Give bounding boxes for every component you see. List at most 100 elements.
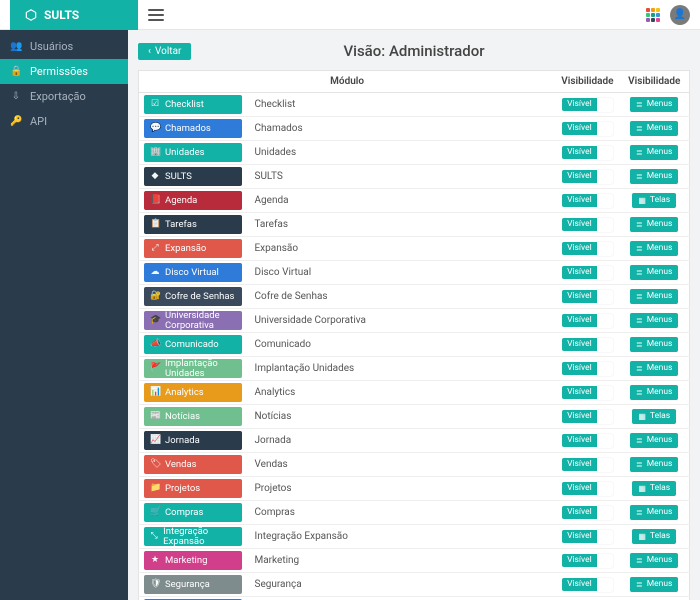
visibility-toggle[interactable]: Visível: [562, 266, 613, 280]
menus-button[interactable]: ≣Menus: [630, 433, 678, 448]
module-label: Segurança: [165, 580, 210, 590]
visibility-toggle[interactable]: Visível: [562, 434, 613, 448]
table-row: ★Marketing Marketing Visível ≣Menus: [139, 549, 690, 573]
module-pill[interactable]: 📋Tarefas: [144, 215, 242, 234]
table-row: ◆SULTSSULTSVisível≣Menus: [139, 165, 690, 189]
menus-button[interactable]: ≣Menus: [630, 457, 678, 472]
list-icon: ≣: [636, 245, 643, 253]
module-name: Implantação Unidades: [247, 357, 556, 381]
module-pill[interactable]: 📁Projetos: [144, 479, 242, 498]
sidebar-item-api[interactable]: 🔑API: [0, 109, 128, 134]
visibility-toggle[interactable]: Visível: [562, 578, 613, 592]
table-row: ⤡Integração ExpansãoIntegração ExpansãoV…: [139, 525, 690, 549]
sidebar-item-exportação[interactable]: ⇩Exportação: [0, 84, 128, 109]
menus-button[interactable]: ≣Menus: [630, 241, 678, 256]
list-icon: ≣: [636, 557, 643, 565]
menus-button[interactable]: ≣Menus: [630, 361, 678, 376]
module-label: Vendas: [165, 460, 197, 470]
module-icon: 🏢: [150, 148, 160, 157]
visibility-toggle[interactable]: Visível: [562, 530, 613, 544]
visibility-toggle[interactable]: Visível: [562, 122, 613, 136]
module-pill[interactable]: 🚩Implantação Unidades: [144, 359, 242, 378]
menus-button[interactable]: ≣Menus: [630, 313, 678, 328]
visibility-toggle[interactable]: Visível: [562, 386, 613, 400]
hamburger-icon[interactable]: [148, 9, 164, 21]
module-pill[interactable]: 📣Comunicado: [144, 335, 242, 354]
visibility-toggle[interactable]: Visível: [562, 170, 613, 184]
telas-button[interactable]: ▦Telas: [632, 529, 676, 544]
avatar[interactable]: 👤: [670, 5, 690, 25]
visibility-toggle[interactable]: Visível: [562, 506, 613, 520]
menus-button[interactable]: ≣Menus: [630, 169, 678, 184]
module-icon: 📈: [150, 436, 160, 445]
menus-button[interactable]: ≣Menus: [630, 121, 678, 136]
module-pill[interactable]: ★Marketing: [144, 551, 242, 570]
visibility-toggle[interactable]: Visível: [562, 410, 613, 424]
module-label: Expansão: [165, 244, 206, 254]
module-icon: ⤢: [150, 244, 160, 253]
module-pill[interactable]: 💬Chamados: [144, 119, 242, 138]
module-name: Jornada: [247, 429, 556, 453]
visibility-toggle[interactable]: Visível: [562, 482, 613, 496]
list-icon: ≣: [636, 341, 643, 349]
sidebar-item-usuários[interactable]: 👥Usuários: [0, 34, 128, 59]
visibility-toggle[interactable]: Visível: [562, 458, 613, 472]
module-pill[interactable]: ☁Disco Virtual: [144, 263, 242, 282]
visibility-toggle[interactable]: Visível: [562, 554, 613, 568]
menus-button[interactable]: ≣Menus: [630, 97, 678, 112]
sidebar-item-permissões[interactable]: 🔒Permissões: [0, 59, 128, 84]
table-row: ⤢ Expansão Expansão Visível ≣Menus: [139, 237, 690, 261]
module-pill[interactable]: ⤡Integração Expansão: [144, 527, 242, 546]
module-name: Vendas: [247, 453, 556, 477]
table-row: 🚩Implantação Unidades Implantação Unidade…: [139, 357, 690, 381]
visibility-toggle[interactable]: Visível: [562, 314, 613, 328]
module-pill[interactable]: 🏷Vendas: [144, 455, 242, 474]
module-pill[interactable]: ◆SULTS: [144, 167, 242, 186]
menus-button[interactable]: ≣Menus: [630, 553, 678, 568]
module-pill[interactable]: 📊Analytics: [144, 383, 242, 402]
visibility-toggle[interactable]: Visível: [562, 242, 613, 256]
visibility-toggle[interactable]: Visível: [562, 194, 613, 208]
telas-button[interactable]: ▦Telas: [632, 409, 676, 424]
module-pill[interactable]: 🏢Unidades: [144, 143, 242, 162]
menus-button[interactable]: ≣Menus: [630, 577, 678, 592]
menus-button[interactable]: ≣Menus: [630, 289, 678, 304]
visibility-toggle[interactable]: Visível: [562, 290, 613, 304]
visibility-label: Visível: [562, 386, 597, 399]
apps-grid-icon[interactable]: [646, 8, 660, 22]
menus-button[interactable]: ≣Menus: [630, 505, 678, 520]
visibility-toggle[interactable]: Visível: [562, 362, 613, 376]
menus-label: Telas: [650, 484, 670, 493]
module-icon: 📰: [150, 412, 160, 421]
module-name: Cofre de Senhas: [247, 285, 556, 309]
module-pill[interactable]: ⤢ Expansão: [144, 239, 242, 258]
module-name: Marketing: [247, 549, 556, 573]
visibility-label: Visível: [562, 458, 597, 471]
module-pill[interactable]: ☑Checklist: [144, 95, 242, 114]
module-pill[interactable]: 🎓Universidade Corporativa: [144, 311, 242, 330]
menus-label: Menus: [647, 508, 673, 517]
module-pill[interactable]: 🔐Cofre de Senhas: [144, 287, 242, 306]
telas-button[interactable]: ▦Telas: [632, 193, 676, 208]
brand-logo[interactable]: SULTS: [10, 0, 138, 30]
visibility-toggle[interactable]: Visível: [562, 146, 613, 160]
module-name: Disco Virtual: [247, 261, 556, 285]
visibility-toggle[interactable]: Visível: [562, 218, 613, 232]
menus-label: Menus: [647, 340, 673, 349]
module-pill[interactable]: 📈Jornada: [144, 431, 242, 450]
module-label: Disco Virtual: [165, 268, 219, 278]
telas-button[interactable]: ▦Telas: [632, 481, 676, 496]
list-icon: ≣: [636, 149, 643, 157]
module-pill[interactable]: 📕Agenda: [144, 191, 242, 210]
module-name: Expansão: [247, 237, 556, 261]
module-pill[interactable]: 🛡Segurança: [144, 575, 242, 594]
menus-button[interactable]: ≣Menus: [630, 217, 678, 232]
menus-button[interactable]: ≣Menus: [630, 265, 678, 280]
visibility-toggle[interactable]: Visível: [562, 98, 613, 112]
menus-button[interactable]: ≣Menus: [630, 385, 678, 400]
menus-button[interactable]: ≣Menus: [630, 145, 678, 160]
module-pill[interactable]: 🛒Compras: [144, 503, 242, 522]
visibility-toggle[interactable]: Visível: [562, 338, 613, 352]
menus-button[interactable]: ≣ Menus: [630, 337, 678, 352]
module-pill[interactable]: 📰Notícias: [144, 407, 242, 426]
